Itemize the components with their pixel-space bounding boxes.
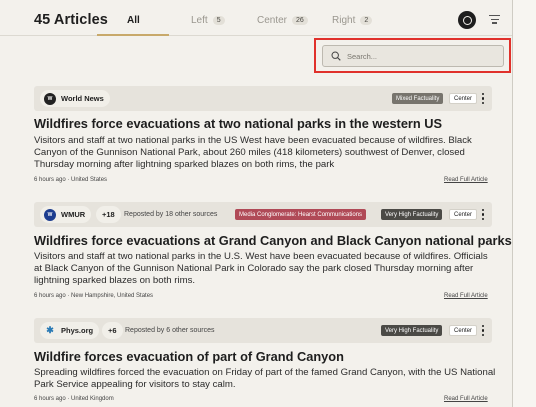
tab-left[interactable]: Left 5 bbox=[191, 15, 225, 26]
factuality-tag[interactable]: Very High Factuality bbox=[381, 325, 443, 336]
repost-info: Reposted by 18 other sources bbox=[124, 211, 218, 218]
source-chip[interactable]: W WMUR bbox=[40, 206, 92, 223]
source-logo-icon: W bbox=[44, 208, 56, 221]
source-logo-icon: ✱ bbox=[46, 325, 54, 335]
source-name: WMUR bbox=[61, 210, 86, 219]
article-headline[interactable]: Wildfires force evacuations at two natio… bbox=[34, 116, 442, 131]
active-tab-indicator bbox=[97, 34, 169, 36]
tab-right-label: Right bbox=[332, 15, 356, 26]
source-chip[interactable]: W World News bbox=[40, 90, 110, 107]
article-count: 45 Articles bbox=[34, 12, 108, 28]
article-summary: Spreading wildfires forced the evacuatio… bbox=[34, 367, 496, 391]
article-meta: 6 hours ago · United States bbox=[34, 177, 108, 183]
article-summary: Visitors and staff at two national parks… bbox=[34, 251, 488, 287]
factuality-tag[interactable]: Mixed Factuality bbox=[392, 93, 444, 104]
tab-right[interactable]: Right 2 bbox=[332, 15, 373, 26]
bias-tag[interactable]: Center bbox=[449, 209, 478, 220]
more-sources-chip[interactable]: +18 bbox=[96, 206, 121, 223]
more-sources-chip[interactable]: +6 bbox=[102, 322, 123, 339]
article-meta: 6 hours ago · United Kingdom bbox=[34, 396, 114, 402]
tab-center-label: Center bbox=[257, 15, 288, 26]
article-meta: 6 hours ago · New Hampshire, United Stat… bbox=[34, 293, 154, 299]
more-options-icon[interactable] bbox=[481, 209, 485, 220]
article-summary: Visitors and staff at two national parks… bbox=[34, 135, 472, 171]
source-name: World News bbox=[61, 94, 104, 103]
ownership-tag[interactable]: Media Conglomerate: Hearst Communication… bbox=[235, 209, 367, 220]
side-panel bbox=[513, 0, 536, 407]
search-input[interactable] bbox=[347, 49, 497, 63]
tab-all[interactable]: All bbox=[127, 15, 140, 26]
article-source-bar: W World News Mixed Factuality Center bbox=[34, 86, 492, 111]
more-options-icon[interactable] bbox=[481, 93, 485, 104]
search-icon bbox=[331, 51, 341, 61]
article-source-bar: ✱ Phys.org +6 Reposted by 6 other source… bbox=[34, 318, 492, 343]
source-chip[interactable]: ✱ Phys.org bbox=[40, 322, 100, 339]
repost-info: Reposted by 6 other sources bbox=[125, 327, 215, 334]
article-source-bar: W WMUR +18 Reposted by 18 other sources … bbox=[34, 202, 492, 227]
more-options-icon[interactable] bbox=[481, 325, 485, 336]
tab-all-label: All bbox=[127, 15, 140, 26]
filter-menu-icon[interactable] bbox=[489, 15, 500, 25]
article-feed: 45 Articles All Left 5 Center 26 Right 2 bbox=[0, 0, 512, 407]
tab-right-count: 2 bbox=[360, 16, 373, 25]
source-logo-icon: W bbox=[44, 92, 56, 105]
search-box[interactable] bbox=[322, 45, 504, 67]
article-headline[interactable]: Wildfires force evacuations at Grand Can… bbox=[34, 233, 512, 248]
tab-left-count: 5 bbox=[212, 16, 225, 25]
source-name: Phys.org bbox=[61, 326, 94, 335]
read-full-article-link[interactable]: Read Full Article bbox=[444, 177, 488, 183]
tab-center[interactable]: Center 26 bbox=[257, 15, 308, 26]
tab-center-count: 26 bbox=[292, 16, 308, 25]
bias-tag[interactable]: Center bbox=[449, 93, 478, 104]
tab-left-label: Left bbox=[191, 15, 208, 26]
feed-header: 45 Articles All Left 5 Center 26 Right 2 bbox=[0, 0, 512, 36]
factuality-tag[interactable]: Very High Factuality bbox=[381, 209, 443, 220]
search-toggle-button[interactable] bbox=[458, 11, 476, 29]
search-toggle-icon bbox=[462, 15, 472, 25]
bias-tag[interactable]: Center bbox=[449, 325, 478, 336]
read-full-article-link[interactable]: Read Full Article bbox=[444, 293, 488, 299]
read-full-article-link[interactable]: Read Full Article bbox=[444, 396, 488, 402]
article-headline[interactable]: Wildfire forces evacuation of part of Gr… bbox=[34, 349, 344, 364]
